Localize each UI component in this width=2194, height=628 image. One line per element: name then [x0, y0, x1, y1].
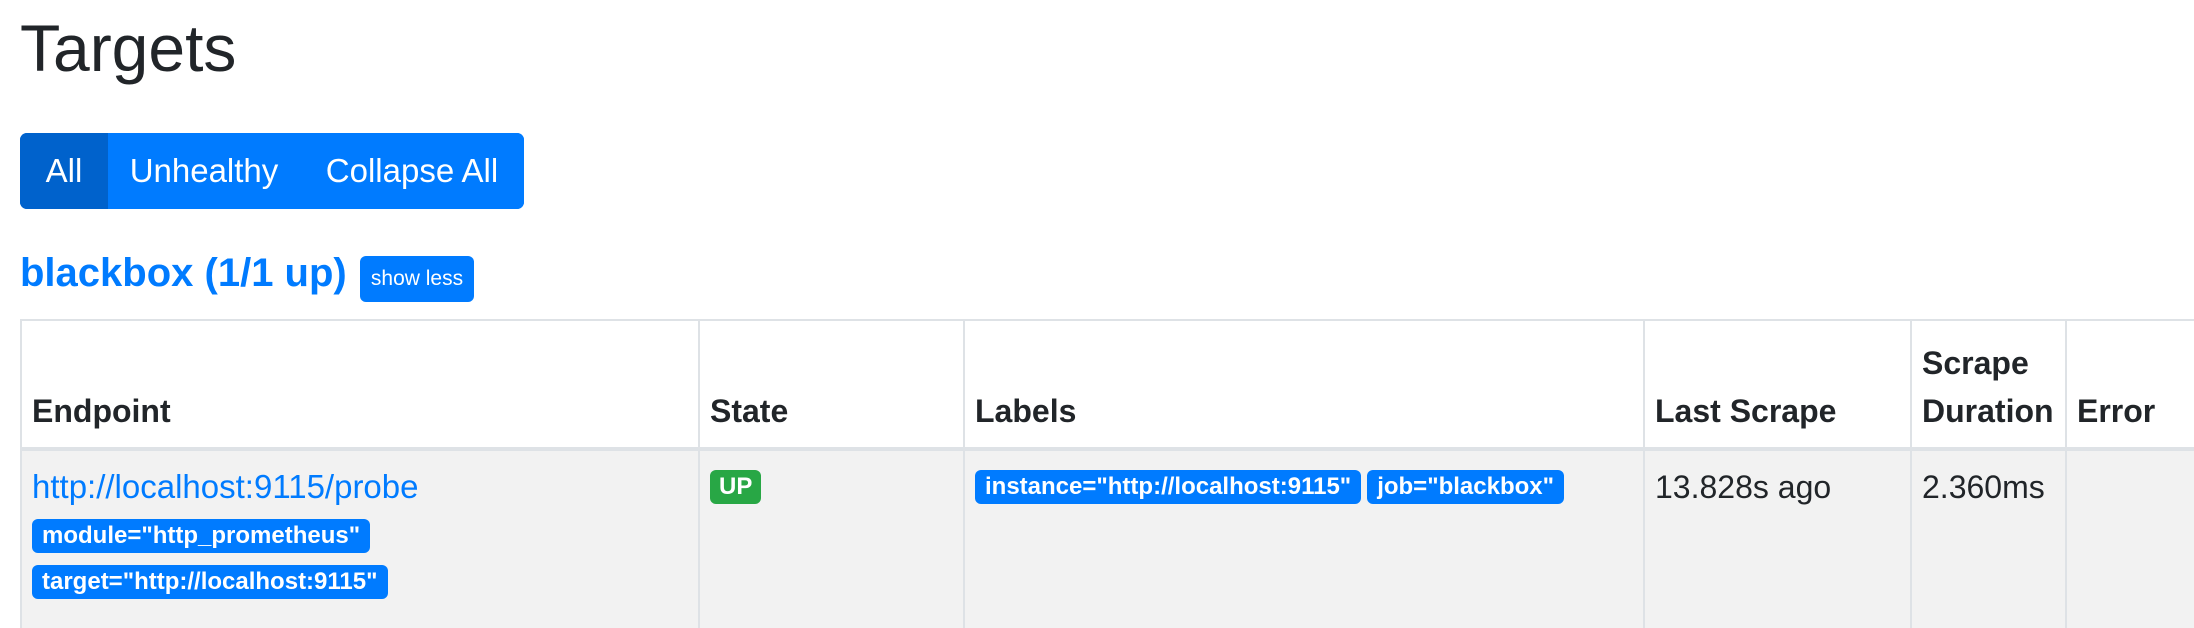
filter-button-group: All Unhealthy Collapse All: [20, 133, 524, 209]
table-row: http://localhost:9115/probe module="http…: [20, 448, 2194, 628]
endpoint-cell: http://localhost:9115/probe module="http…: [20, 448, 700, 628]
header-labels: Labels: [963, 319, 1645, 451]
header-error: Error: [2065, 319, 2194, 451]
labels-cell: instance="http://localhost:9115" job="bla…: [963, 448, 1645, 628]
label-badge: instance="http://localhost:9115": [975, 470, 1362, 504]
endpoint-label-badge: module="http_prometheus": [32, 519, 371, 553]
header-last-scrape: Last Scrape: [1643, 319, 1912, 451]
last-scrape-cell: 13.828s ago: [1643, 448, 1912, 628]
state-badge: UP: [710, 470, 762, 504]
scrape-duration-value: 2.360ms: [1922, 469, 2045, 505]
endpoint-labels: module="http_prometheus" target="http://…: [32, 509, 688, 601]
job-title-link[interactable]: blackbox (1/1 up): [20, 246, 347, 300]
show-less-button[interactable]: show less: [360, 256, 474, 302]
scrape-duration-cell: 2.360ms: [1910, 448, 2067, 628]
collapse-all-button[interactable]: Collapse All: [300, 133, 524, 209]
header-endpoint: Endpoint: [20, 319, 700, 451]
endpoint-label-badge: target="http://localhost:9115": [32, 565, 388, 599]
last-scrape-value: 13.828s ago: [1655, 469, 1832, 505]
filter-unhealthy-button[interactable]: Unhealthy: [108, 133, 300, 209]
endpoint-link[interactable]: http://localhost:9115/probe: [32, 465, 688, 509]
header-state: State: [698, 319, 965, 451]
state-cell: UP: [698, 448, 965, 628]
error-cell: [2065, 448, 2194, 628]
table-header-row: Endpoint State Labels Last Scrape Scrape…: [20, 319, 2194, 451]
label-badge: job="blackbox": [1367, 470, 1564, 504]
page-title: Targets: [20, 11, 237, 85]
filter-all-button[interactable]: All: [20, 133, 108, 209]
header-scrape-duration: Scrape Duration: [1910, 319, 2067, 451]
targets-table: Endpoint State Labels Last Scrape Scrape…: [20, 319, 2194, 628]
targets-page: Targets All Unhealthy Collapse All black…: [0, 0, 2194, 628]
